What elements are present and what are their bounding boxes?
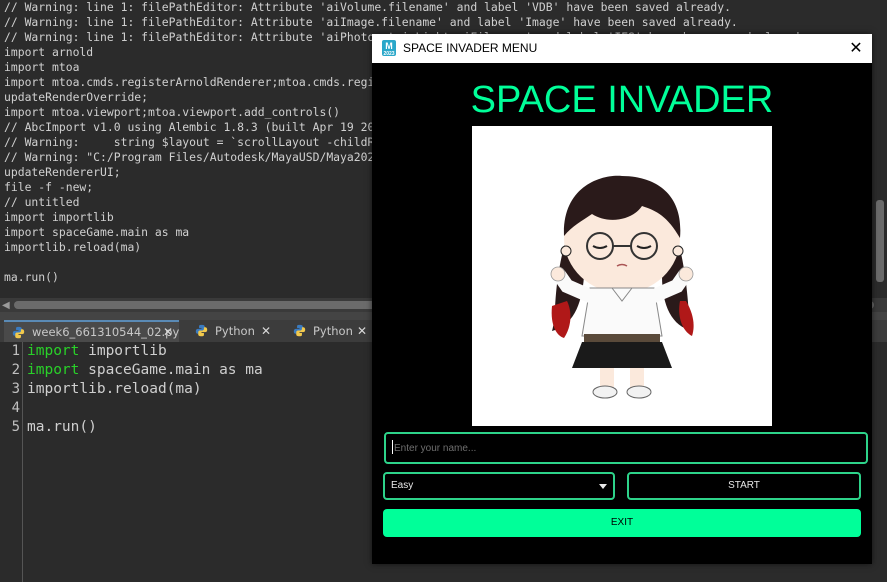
output-line: // Warning: line 1: filePathEditor: Attr… — [4, 15, 738, 29]
code-line[interactable] — [27, 399, 263, 418]
code-text: importlib.reload(ma) — [27, 381, 202, 397]
line-number-gutter: 1 2 3 4 5 — [0, 342, 23, 582]
code-line[interactable]: import importlib — [27, 342, 263, 361]
close-icon[interactable]: ✕ — [163, 322, 173, 342]
code-keyword: import — [27, 362, 80, 378]
chibi-character-illustration — [550, 175, 694, 399]
start-button[interactable]: START — [627, 472, 861, 500]
space-invader-menu-window: M 2023 SPACE INVADER MENU ✕ SPACE INVADER — [372, 34, 872, 564]
tab-python-1[interactable]: Python ✕ — [187, 320, 277, 342]
exit-button[interactable]: EXIT — [383, 509, 861, 537]
tab-python-2[interactable]: Python ✕ — [285, 320, 373, 342]
tab-week6-file[interactable]: week6_661310544_02.py ✕ — [4, 320, 179, 342]
code-area[interactable]: import importlib import spaceGame.main as… — [27, 342, 263, 437]
scroll-left-icon[interactable]: ◀ — [2, 300, 10, 311]
close-button[interactable]: ✕ — [848, 39, 864, 57]
code-line[interactable]: import spaceGame.main as ma — [27, 361, 263, 380]
code-keyword: import — [27, 343, 80, 359]
code-text: importlib — [79, 343, 167, 359]
close-icon[interactable]: ✕ — [261, 320, 271, 342]
code-text: spaceGame.main as ma — [79, 362, 263, 378]
window-titlebar[interactable]: M 2023 SPACE INVADER MENU ✕ — [372, 34, 872, 63]
code-line[interactable]: importlib.reload(ma) — [27, 380, 263, 399]
line-number: 1 — [11, 343, 20, 359]
close-icon[interactable]: ✕ — [357, 320, 367, 342]
name-input[interactable] — [384, 432, 868, 464]
text-caret — [392, 440, 393, 454]
code-line[interactable]: ma.run() — [27, 418, 263, 437]
line-number: 2 — [11, 362, 20, 378]
output-line: // Warning: line 1: filePathEditor: Attr… — [4, 0, 731, 14]
window-title: SPACE INVADER MENU — [403, 41, 538, 55]
character-portrait — [472, 126, 772, 426]
game-title: SPACE INVADER — [470, 79, 774, 121]
difficulty-select[interactable]: Easy — [383, 472, 615, 500]
output-vertical-scrollbar[interactable] — [876, 200, 884, 282]
python-icon — [293, 324, 306, 337]
line-number: 3 — [11, 381, 20, 397]
tab-label: week6_661310544_02.py — [32, 325, 180, 339]
python-icon — [195, 324, 208, 337]
chevron-down-icon — [599, 484, 607, 489]
tab-label: Python — [313, 324, 353, 338]
difficulty-selected-value: Easy — [391, 480, 414, 491]
tab-label: Python — [215, 324, 255, 338]
line-number: 5 — [11, 419, 20, 435]
code-text: ma.run() — [27, 419, 97, 435]
line-number: 4 — [11, 400, 20, 416]
maya-app-icon: M 2023 — [382, 40, 396, 57]
python-icon — [12, 326, 25, 339]
